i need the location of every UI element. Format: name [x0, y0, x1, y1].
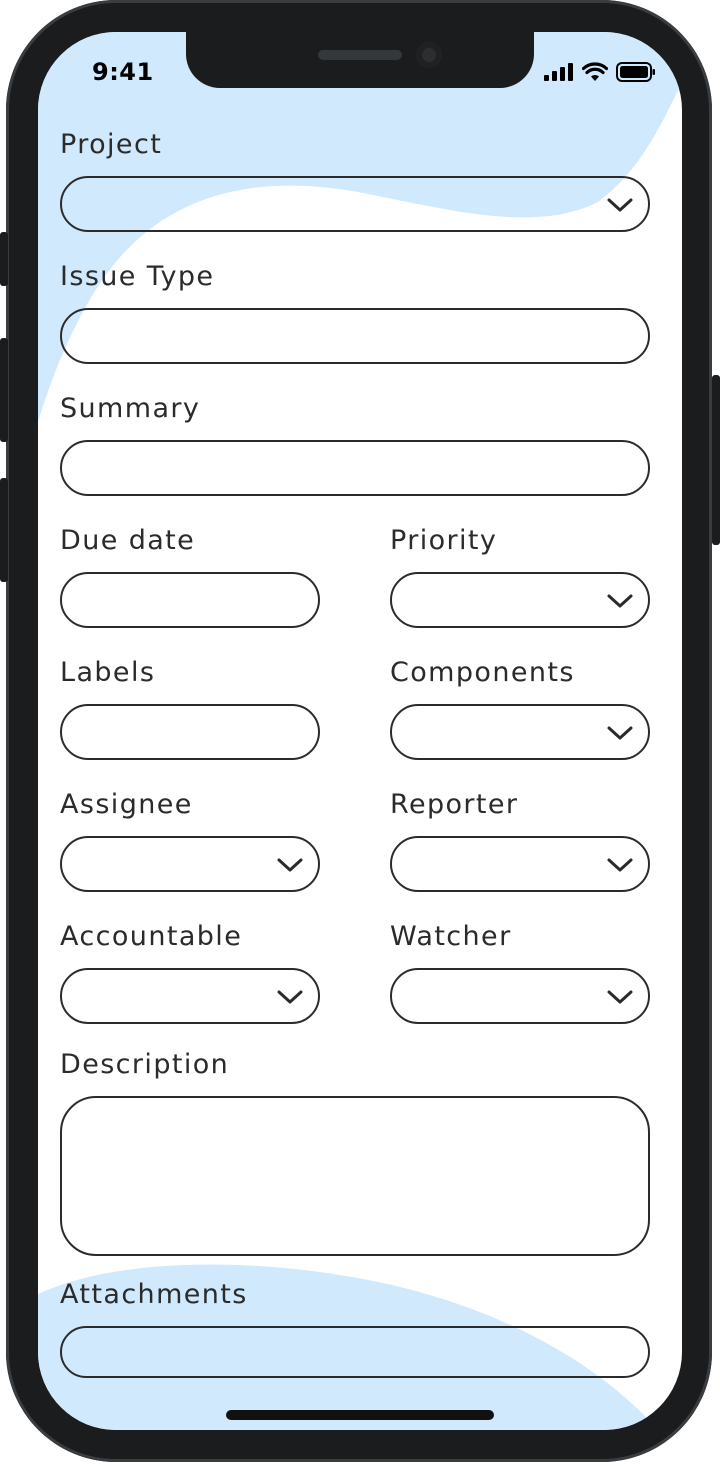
- chevron-down-icon: [607, 990, 633, 1004]
- watcher-label: Watcher: [390, 921, 512, 952]
- chevron-down-icon: [607, 594, 633, 608]
- wifi-icon: [582, 62, 608, 81]
- chevron-down-icon: [277, 990, 303, 1004]
- issue-type-input[interactable]: [60, 308, 650, 364]
- speaker: [318, 50, 402, 60]
- summary-label: Summary: [60, 393, 201, 424]
- volume-down-button: [0, 478, 8, 582]
- watcher-select[interactable]: [390, 968, 650, 1024]
- chevron-down-icon: [607, 858, 633, 872]
- power-button: [712, 375, 720, 545]
- priority-select[interactable]: [390, 572, 650, 628]
- attachments-label: Attachments: [60, 1279, 248, 1310]
- reporter-select[interactable]: [390, 836, 650, 892]
- notch: [186, 32, 534, 88]
- chevron-down-icon: [277, 858, 303, 872]
- components-label: Components: [390, 657, 575, 688]
- status-time: 9:41: [92, 58, 154, 86]
- priority-label: Priority: [390, 525, 498, 556]
- home-indicator[interactable]: [226, 1410, 494, 1420]
- chevron-down-icon: [607, 726, 633, 740]
- labels-input[interactable]: [60, 704, 320, 760]
- due-date-label: Due date: [60, 525, 196, 556]
- description-textarea[interactable]: [60, 1096, 650, 1256]
- assignee-label: Assignee: [60, 789, 193, 820]
- accountable-label: Accountable: [60, 921, 243, 952]
- screen: 9:41 Project Issue Type Summary Due date…: [38, 32, 682, 1430]
- labels-label: Labels: [60, 657, 156, 688]
- battery-icon: [616, 62, 655, 82]
- issue-type-label: Issue Type: [60, 261, 215, 292]
- reporter-label: Reporter: [390, 789, 519, 820]
- signal-icon: [544, 63, 573, 81]
- chevron-down-icon: [607, 198, 633, 212]
- status-icons: [544, 62, 656, 82]
- accountable-select[interactable]: [60, 968, 320, 1024]
- due-date-input[interactable]: [60, 572, 320, 628]
- components-select[interactable]: [390, 704, 650, 760]
- silent-switch: [0, 232, 8, 286]
- description-label: Description: [60, 1049, 230, 1080]
- assignee-select[interactable]: [60, 836, 320, 892]
- project-label: Project: [60, 129, 163, 160]
- project-select[interactable]: [60, 176, 650, 232]
- front-camera: [416, 42, 442, 68]
- summary-input[interactable]: [60, 440, 650, 496]
- attachments-input[interactable]: [60, 1326, 650, 1378]
- volume-up-button: [0, 338, 8, 442]
